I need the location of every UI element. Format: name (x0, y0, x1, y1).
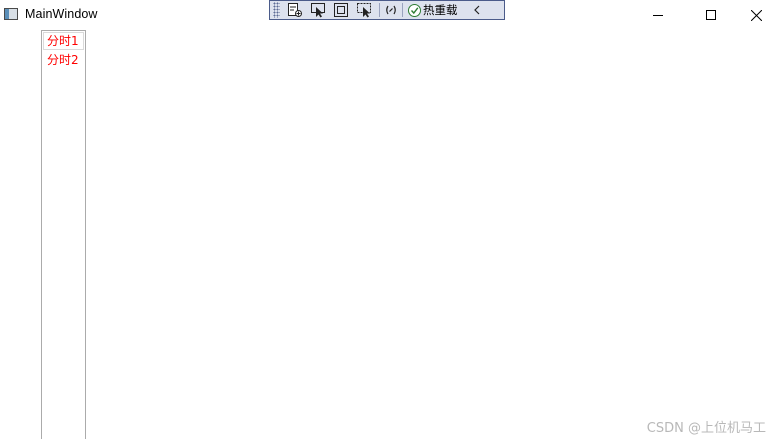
minimize-button[interactable] (635, 0, 681, 30)
watermark-text: CSDN @上位机马工 (646, 421, 766, 436)
collapse-toolbar-button[interactable] (470, 2, 484, 18)
binding-failures-button[interactable] (383, 2, 399, 18)
select-element-icon (310, 3, 325, 18)
list-box[interactable]: 分时1 分时2 (41, 30, 86, 439)
minimize-icon (653, 15, 663, 16)
binding-failures-icon (386, 5, 396, 15)
track-focus-icon (356, 3, 371, 18)
live-visual-tree-icon (288, 3, 302, 17)
go-to-live-visual-tree-button[interactable] (284, 2, 306, 18)
toolbar-separator (402, 3, 403, 17)
track-focused-element-button[interactable] (352, 2, 376, 18)
xaml-debug-toolbar: 热重载 (269, 0, 505, 20)
app-window-icon (4, 8, 18, 20)
close-icon (750, 9, 762, 21)
window-title: MainWindow (25, 7, 98, 21)
layout-adorners-icon (334, 3, 348, 17)
select-element-button[interactable] (306, 2, 330, 18)
toolbar-grip-handle[interactable] (273, 2, 280, 18)
check-circle-icon (408, 3, 421, 17)
hot-reload-status[interactable]: 热重载 (408, 2, 458, 18)
close-button[interactable] (733, 0, 774, 30)
hot-reload-label: 热重载 (423, 3, 458, 17)
main-window: MainWindow 热重载 分时1 分时2 CSDN @上位机马工 (0, 0, 774, 439)
list-item[interactable]: 分时1 (43, 32, 84, 50)
toolbar-separator (379, 3, 380, 17)
chevron-left-icon (473, 5, 479, 15)
maximize-button[interactable] (688, 0, 734, 30)
list-item[interactable]: 分时2 (43, 51, 84, 69)
maximize-icon (706, 10, 716, 20)
display-layout-adorners-button[interactable] (330, 2, 352, 18)
